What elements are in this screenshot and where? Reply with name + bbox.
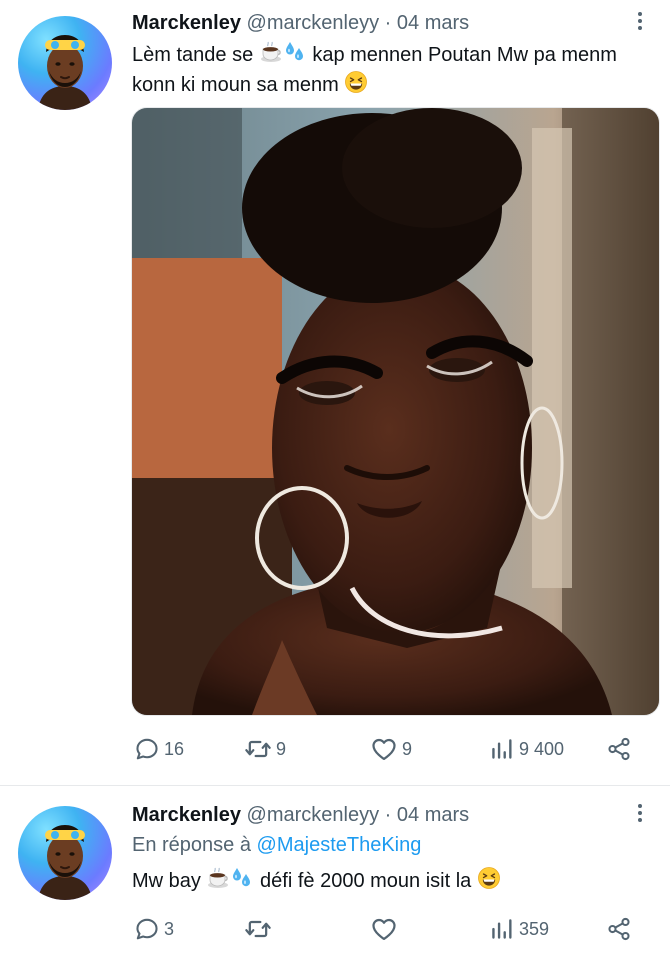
share-button[interactable] (606, 914, 632, 944)
views-button[interactable]: 359 (489, 914, 549, 944)
tweet-header: Marckenley @marckenleyy · 04 mars (132, 10, 469, 36)
reply-count: 3 (164, 918, 175, 939)
tweet-text: Lèm tande se kap mennen Poutan Mw pa men… (132, 40, 652, 100)
tweet[interactable]: Marckenley @marckenleyy · 04 mars Lèm ta… (0, 0, 670, 786)
view-count: 359 (519, 918, 550, 939)
tweet-date[interactable]: 04 mars (397, 804, 469, 826)
heart-icon (370, 735, 398, 763)
share-icon (606, 736, 632, 762)
tweet-photo[interactable] (131, 107, 660, 716)
tweet-header: Marckenley @marckenleyy · 04 mars (132, 802, 469, 828)
tweet-date[interactable]: 04 mars (397, 12, 469, 34)
reply-icon (134, 916, 160, 942)
sweat-droplets-emoji-icon (283, 40, 307, 64)
share-icon (606, 916, 632, 942)
view-count: 9 400 (519, 738, 565, 759)
reply-context: En réponse à @MajesteTheKing (132, 832, 421, 858)
reply-button[interactable]: 16 (134, 734, 184, 764)
avatar[interactable] (18, 806, 112, 900)
views-icon (489, 916, 515, 942)
views-icon (489, 736, 515, 762)
sweat-droplets-emoji-icon (230, 866, 254, 890)
reply-button[interactable]: 3 (134, 914, 174, 944)
avatar-image (18, 806, 112, 900)
more-options-icon[interactable] (638, 804, 642, 825)
grinning-squinting-emoji-icon (477, 866, 501, 890)
author-name[interactable]: Marckenley (132, 804, 241, 826)
tweet-text-part1: Lèm tande se (132, 44, 254, 66)
hot-beverage-emoji-icon (259, 40, 283, 64)
like-count: 9 (402, 738, 413, 759)
reply-count: 16 (164, 738, 185, 759)
heart-icon (370, 915, 398, 943)
avatar[interactable] (18, 16, 112, 110)
retweet-button[interactable] (244, 914, 276, 944)
tweet-text-part1: Mw bay (132, 870, 201, 892)
separator-dot: · (384, 804, 392, 826)
action-bar: 16 9 9 9 400 (134, 734, 644, 764)
hot-beverage-emoji-icon (206, 866, 230, 890)
retweet-icon (244, 915, 272, 943)
author-handle[interactable]: @marckenleyy (247, 804, 380, 826)
retweet-icon (244, 735, 272, 763)
retweet-count: 9 (276, 738, 287, 759)
grinning-squinting-emoji-icon (344, 70, 368, 94)
reply-mention-link[interactable]: @MajesteTheKing (257, 834, 422, 856)
tweet-text-part2: défi fè 2000 moun isit la (260, 870, 472, 892)
tweet-text: Mw bay défi fè 2000 moun isit la (132, 866, 652, 896)
reply-prefix: En réponse à (132, 834, 251, 856)
like-button[interactable]: 9 (370, 734, 412, 764)
photo-illustration (132, 108, 659, 715)
more-options-icon[interactable] (638, 12, 642, 33)
tweet[interactable]: Marckenley @marckenleyy · 04 mars En rép… (0, 786, 670, 970)
reply-icon (134, 736, 160, 762)
like-button[interactable] (370, 914, 402, 944)
author-name[interactable]: Marckenley (132, 12, 241, 34)
share-button[interactable] (606, 734, 632, 764)
action-bar: 3 359 (134, 914, 644, 944)
separator-dot: · (384, 12, 392, 34)
avatar-image (18, 16, 112, 110)
views-button[interactable]: 9 400 (489, 734, 564, 764)
retweet-button[interactable]: 9 (244, 734, 286, 764)
author-handle[interactable]: @marckenleyy (247, 12, 380, 34)
